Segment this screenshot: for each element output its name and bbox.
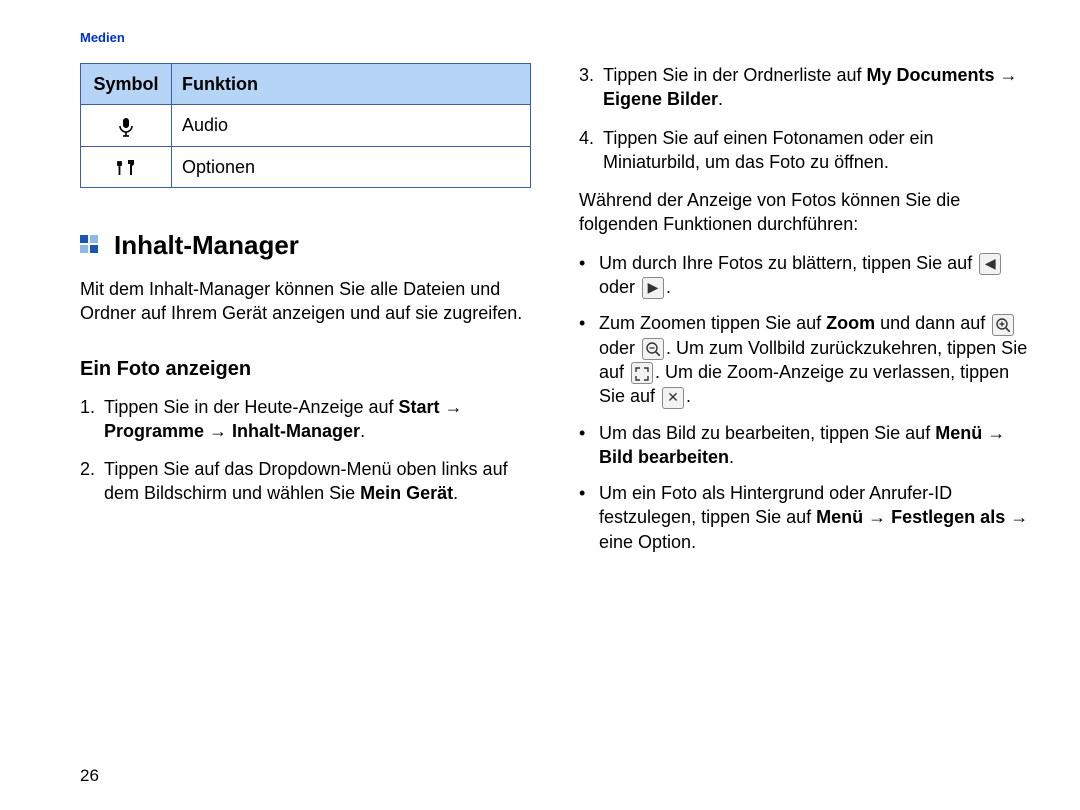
heading-squares-icon xyxy=(80,235,100,255)
arrow-left-icon: ◀ xyxy=(979,253,1001,275)
bullet-text-pre: Zum Zoomen tippen Sie auf xyxy=(599,313,826,333)
bullet-item: Um das Bild zu bearbeiten, tippen Sie au… xyxy=(579,421,1030,470)
step-text-pre: Tippen Sie in der Ordnerliste auf xyxy=(603,65,866,85)
page: Medien Symbol Funktion xyxy=(0,0,1080,810)
bullet-text-bold: Menü → Festlegen als → xyxy=(816,507,1028,527)
bullet-list: Um durch Ihre Fotos zu blättern, tippen … xyxy=(579,251,1030,554)
step-text-post: . xyxy=(360,421,365,441)
step-text-bold: Mein Gerät xyxy=(360,483,453,503)
cell-icon-options xyxy=(81,146,172,187)
step-2: 2. Tippen Sie auf das Dropdown-Menü oben… xyxy=(80,457,531,506)
step-text: Tippen Sie auf einen Fotonamen oder ein … xyxy=(603,126,1030,175)
page-number: 26 xyxy=(80,766,99,786)
step-text-pre: Tippen Sie in der Heute-Anzeige auf xyxy=(104,397,399,417)
cell-label-options: Optionen xyxy=(172,146,531,187)
th-symbol: Symbol xyxy=(81,64,172,105)
bullet-text-pre: Um durch Ihre Fotos zu blättern, tippen … xyxy=(599,253,977,273)
bullet-text-post: . xyxy=(729,447,734,467)
step-text-post: . xyxy=(453,483,458,503)
arrow-right-icon: ▶ xyxy=(642,277,664,299)
symbol-table: Symbol Funktion xyxy=(80,63,531,188)
section-header: Medien xyxy=(80,30,1030,45)
bullet-text-or: oder xyxy=(599,338,640,358)
right-column: 3. Tippen Sie in der Ordnerliste auf My … xyxy=(579,63,1030,566)
content-columns: Symbol Funktion xyxy=(80,63,1030,566)
step-text: Tippen Sie in der Ordnerliste auf My Doc… xyxy=(603,63,1030,112)
mic-icon xyxy=(118,115,134,135)
bullet-text-post: eine Option. xyxy=(599,532,696,552)
step-text: Tippen Sie auf das Dropdown-Menü oben li… xyxy=(104,457,531,506)
step-number: 4. xyxy=(579,126,603,175)
zoom-in-icon xyxy=(992,314,1014,336)
section-title-text: Inhalt-Manager xyxy=(114,228,299,263)
step-text-post: . xyxy=(718,89,723,109)
step-3: 3. Tippen Sie in der Ordnerliste auf My … xyxy=(579,63,1030,112)
zoom-out-icon xyxy=(642,338,664,360)
bullet-text-zoom: Zoom xyxy=(826,313,875,333)
step-number: 2. xyxy=(80,457,104,506)
bullet-item: Um durch Ihre Fotos zu blättern, tippen … xyxy=(579,251,1030,300)
step-4: 4. Tippen Sie auf einen Fotonamen oder e… xyxy=(579,126,1030,175)
fullscreen-icon xyxy=(631,362,653,384)
step-number: 3. xyxy=(579,63,603,112)
cell-icon-audio xyxy=(81,105,172,146)
table-row: Audio xyxy=(81,105,531,146)
subheading: Ein Foto anzeigen xyxy=(80,356,531,383)
step-text-pre: Tippen Sie auf einen Fotonamen oder ein … xyxy=(603,128,934,172)
left-column: Symbol Funktion xyxy=(80,63,531,566)
step-number: 1. xyxy=(80,395,104,444)
bullet-text-pre: Um das Bild zu bearbeiten, tippen Sie au… xyxy=(599,423,935,443)
bullet-item: Zum Zoomen tippen Sie auf Zoom und dann … xyxy=(579,311,1030,408)
intro-paragraph: Mit dem Inhalt-Manager können Sie alle D… xyxy=(80,277,531,326)
section-title: Inhalt-Manager xyxy=(80,228,531,263)
table-header-row: Symbol Funktion xyxy=(81,64,531,105)
bullet-text-end: . xyxy=(686,386,691,406)
bullet-text-and: und dann auf xyxy=(875,313,990,333)
bullet-text-mid: oder xyxy=(599,277,640,297)
step-text: Tippen Sie in der Heute-Anzeige auf Star… xyxy=(104,395,531,444)
tools-icon xyxy=(115,157,137,177)
bullet-text-post: . xyxy=(666,277,671,297)
close-icon: ✕ xyxy=(662,387,684,409)
bullet-text-full2: . Um die Zoom-Anzeige zu verlassen, tipp… xyxy=(599,362,1009,406)
step-1: 1. Tippen Sie in der Heute-Anzeige auf S… xyxy=(80,395,531,444)
mid-paragraph: Während der Anzeige von Fotos können Sie… xyxy=(579,188,1030,237)
cell-label-audio: Audio xyxy=(172,105,531,146)
th-function: Funktion xyxy=(172,64,531,105)
table-row: Optionen xyxy=(81,146,531,187)
bullet-item: Um ein Foto als Hintergrund oder Anrufer… xyxy=(579,481,1030,554)
